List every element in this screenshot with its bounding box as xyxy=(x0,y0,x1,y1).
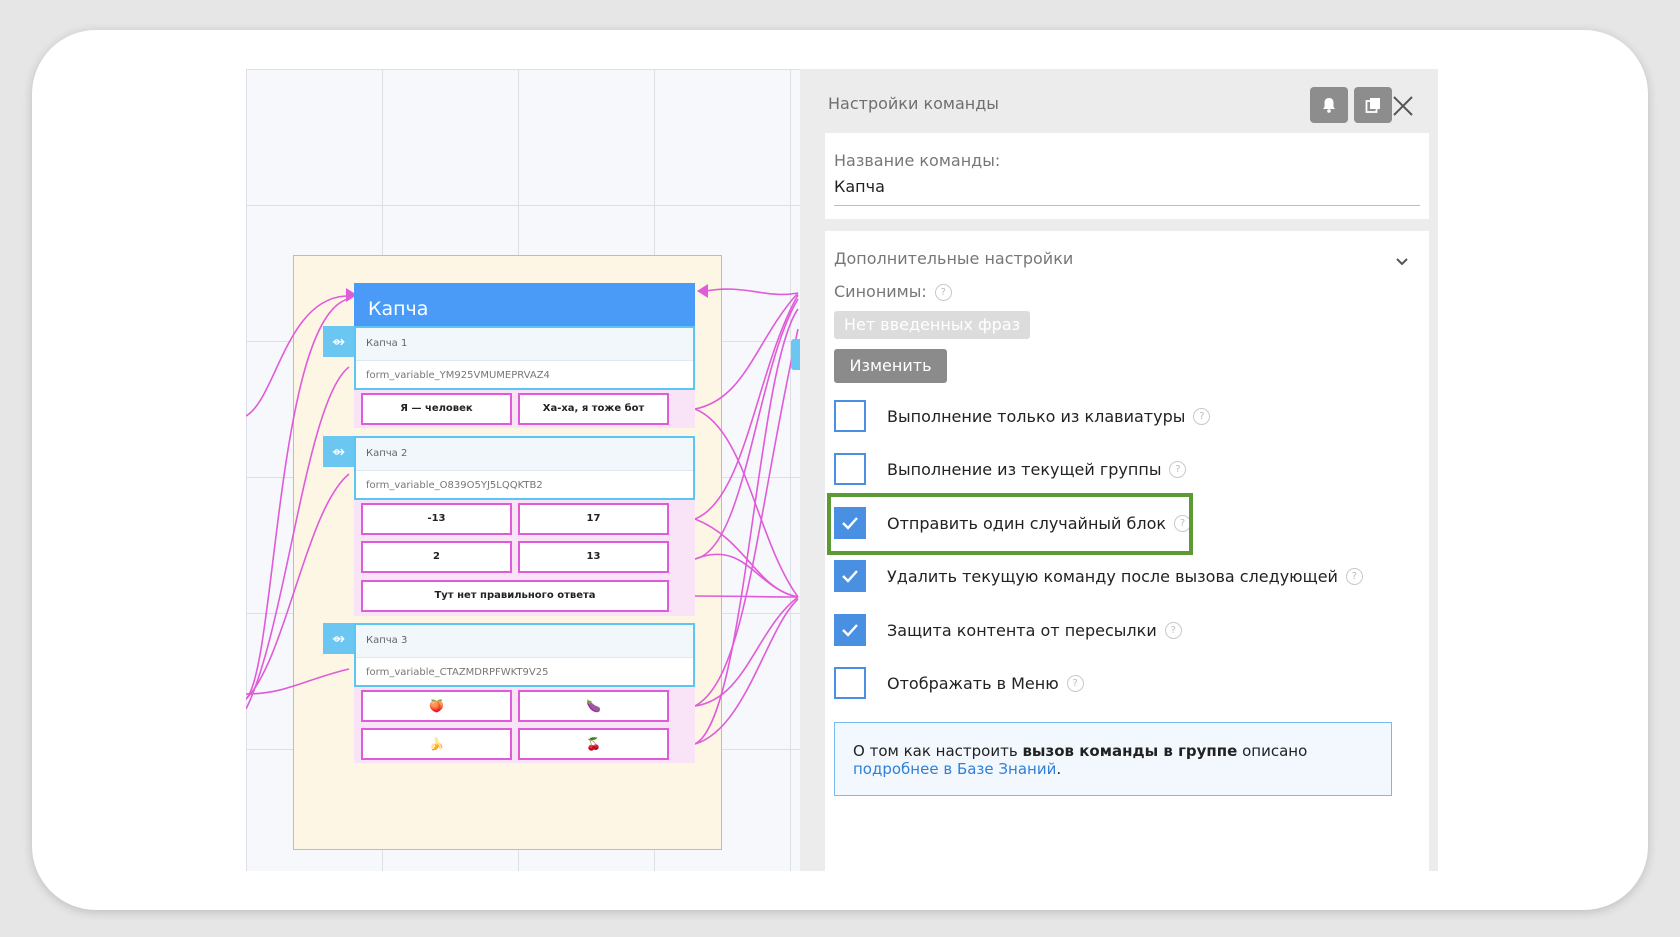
info-text: описано xyxy=(1237,742,1308,760)
answer-strip-2: -13 17 2 13 Тут нет правильного ответа xyxy=(354,500,695,616)
info-box: О том как настроить вызов команды в груп… xyxy=(834,722,1392,796)
help-icon[interactable]: ? xyxy=(1164,621,1182,639)
link-in-5 xyxy=(246,668,350,695)
advanced-settings-toggle[interactable]: Дополнительные настройки xyxy=(834,249,1073,268)
link-in-3 xyxy=(246,366,350,710)
info-text: О том как настроить xyxy=(853,742,1023,760)
highlight-frame xyxy=(827,493,1193,555)
form-icon: ⇴ xyxy=(323,436,354,467)
panel-title: Настройки команды xyxy=(828,94,999,113)
help-icon[interactable]: ? xyxy=(1193,407,1211,425)
link-out-11 xyxy=(694,598,799,745)
knowledge-base-link[interactable]: подробнее в Базе Знаний xyxy=(853,760,1056,778)
check-icon xyxy=(842,624,858,637)
command-name-input[interactable]: Капча xyxy=(834,177,885,196)
advanced-settings-card: Дополнительные настройки Синонимы:? Нет … xyxy=(825,231,1429,871)
captcha-block-1[interactable]: Капча 1 form_variable_YM925VMUMEPRVAZ4 xyxy=(354,326,695,390)
option-label: Выполнение только из клавиатуры xyxy=(887,406,1186,426)
flow-canvas[interactable]: Капча ⇴ Капча 1 form_variable_YM925VMUME… xyxy=(246,69,800,871)
input-underline xyxy=(834,205,1420,206)
answer-button[interactable]: 17 xyxy=(518,503,669,535)
option-show-in-menu[interactable]: Отображать в Меню ? xyxy=(834,665,1084,701)
option-delete-after-next[interactable]: Удалить текущую команду после вызова сле… xyxy=(834,558,1363,594)
info-text: . xyxy=(1056,760,1062,778)
link-out-8 xyxy=(694,328,799,707)
answer-button[interactable]: 🍒 xyxy=(518,728,669,760)
checkbox-show-in-menu[interactable] xyxy=(834,667,866,699)
copy-button[interactable] xyxy=(1354,87,1392,123)
answer-button[interactable]: Я — человек xyxy=(361,393,512,425)
change-synonyms-button[interactable]: Изменить xyxy=(834,349,947,383)
app-screenshot: Капча ⇴ Капча 1 form_variable_YM925VMUME… xyxy=(246,69,1438,871)
synonyms-label-text: Синонимы: xyxy=(834,282,927,301)
synonyms-empty-chip: Нет введенных фраз xyxy=(834,311,1031,339)
answer-button[interactable]: 🍆 xyxy=(518,690,669,722)
answer-strip-3: 🍑 🍆 🍌 🍒 xyxy=(354,687,695,763)
answer-button[interactable]: 🍑 xyxy=(361,690,512,722)
captcha-block-3[interactable]: Капча 3 form_variable_CTAZMDRPFWKT9V25 xyxy=(354,623,695,687)
block-title: Капча 1 xyxy=(356,328,693,361)
help-icon[interactable]: ? xyxy=(1345,567,1363,585)
block-variable: form_variable_O839O5YJ5LQQKTB2 xyxy=(366,480,543,491)
checkbox-current-group[interactable] xyxy=(834,453,866,485)
option-forward-protection[interactable]: Защита контента от пересылки ? xyxy=(834,612,1182,648)
option-label: Удалить текущую команду после вызова сле… xyxy=(887,566,1338,586)
chevron-down-icon[interactable] xyxy=(1395,257,1409,267)
link-out-7 xyxy=(694,298,799,560)
edge-handle[interactable] xyxy=(791,339,800,370)
option-keyboard-only[interactable]: Выполнение только из клавиатуры ? xyxy=(834,398,1211,434)
bell-icon xyxy=(1323,98,1335,113)
option-label: Отображать в Меню xyxy=(887,673,1059,693)
answer-button[interactable]: 2 xyxy=(361,541,512,573)
copy-icon xyxy=(1365,98,1380,113)
checkbox-keyboard-only[interactable] xyxy=(834,400,866,432)
block-title: Капча 3 xyxy=(356,625,693,658)
answer-button[interactable]: 13 xyxy=(518,541,669,573)
arrowhead-right xyxy=(697,284,708,298)
command-settings-panel: Настройки команды Название команды: Капч… xyxy=(800,69,1438,871)
captcha-block-2[interactable]: Капча 2 form_variable_O839O5YJ5LQQKTB2 xyxy=(354,436,695,500)
help-icon[interactable]: ? xyxy=(934,284,952,301)
checkbox-forward-protection[interactable] xyxy=(834,614,866,646)
answer-button[interactable]: 🍌 xyxy=(361,728,512,760)
form-icon: ⇴ xyxy=(323,326,354,357)
close-icon[interactable] xyxy=(1390,93,1416,119)
block-variable: form_variable_YM925VMUMEPRVAZ4 xyxy=(366,370,550,381)
command-name-label: Название команды: xyxy=(834,151,1001,170)
help-icon[interactable]: ? xyxy=(1066,674,1084,692)
link-back xyxy=(705,288,799,296)
answer-button[interactable]: Ха-ха, я тоже бот xyxy=(518,393,669,425)
link-out-1 xyxy=(694,292,799,410)
link-in-4 xyxy=(246,473,350,700)
form-icon: ⇴ xyxy=(323,623,354,654)
info-bold: вызов команды в группе xyxy=(1022,742,1238,760)
block-title: Капча 2 xyxy=(356,438,693,471)
help-icon[interactable]: ? xyxy=(1169,460,1187,478)
answer-button[interactable]: Тут нет правильного ответа xyxy=(361,580,669,612)
command-name-card: Название команды: Капча xyxy=(825,133,1429,219)
block-variable: form_variable_CTAZMDRPFWKT9V25 xyxy=(366,667,549,678)
notify-button[interactable] xyxy=(1310,87,1348,123)
option-label: Выполнение из текущей группы xyxy=(887,459,1162,479)
synonyms-label: Синонимы:? xyxy=(834,282,952,301)
option-current-group[interactable]: Выполнение из текущей группы ? xyxy=(834,451,1187,487)
answer-button[interactable]: -13 xyxy=(361,503,512,535)
checkbox-delete-after-next[interactable] xyxy=(834,560,866,592)
check-icon xyxy=(842,570,858,583)
answer-strip-1: Я — человек Ха-ха, я тоже бот xyxy=(354,390,695,428)
option-label: Защита контента от пересылки xyxy=(887,620,1157,640)
